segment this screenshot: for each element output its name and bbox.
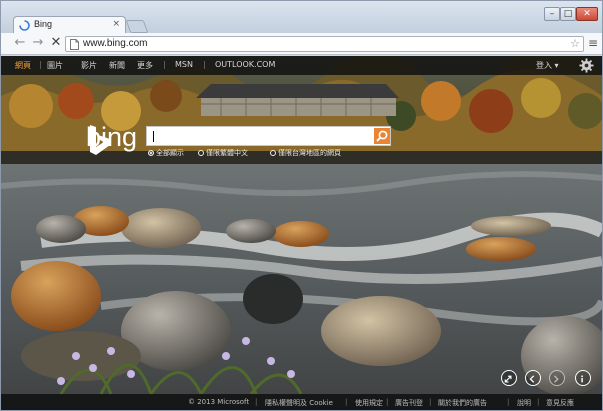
new-tab-button[interactable]: [125, 20, 149, 33]
signin-link[interactable]: 登入 ▾: [536, 60, 559, 71]
bing-nav-bar: 網頁 | 圖片 影片 新聞 更多 | MSN | OUTLOOK.COM 登入 …: [1, 56, 602, 75]
tab-title: Bing: [34, 19, 53, 29]
gear-icon[interactable]: [579, 58, 594, 73]
search-button[interactable]: [374, 128, 390, 144]
footer-separator: |: [255, 398, 258, 406]
nav-outlook[interactable]: OUTLOOK.COM: [215, 60, 275, 69]
minimize-button[interactable]: –: [544, 7, 560, 21]
scope-traditional-chinese-radio[interactable]: 僅限繁體中文: [198, 148, 248, 158]
loading-icon: [19, 20, 30, 31]
bing-footer: © 2013 Microsoft | 隱私權聲明及 Cookie | 使用規定 …: [1, 394, 602, 410]
nav-more[interactable]: 更多: [137, 60, 153, 71]
footer-separator: |: [507, 398, 510, 406]
forward-button[interactable]: →: [31, 36, 45, 50]
close-icon: ✕: [583, 9, 591, 19]
previous-image-button[interactable]: [525, 370, 541, 386]
browser-toolbar: ← → ✕ www.bing.com ☆ ≡: [1, 33, 602, 55]
back-button[interactable]: ←: [13, 36, 27, 50]
info-icon: [581, 375, 583, 383]
fullscreen-button[interactable]: [501, 370, 517, 386]
close-window-button[interactable]: ✕: [576, 7, 598, 21]
footer-separator: |: [386, 398, 389, 406]
chevron-left-icon: [529, 375, 535, 383]
copyright-text: © 2013 Microsoft: [188, 398, 250, 406]
stop-loading-button[interactable]: ✕: [49, 36, 63, 50]
chevron-right-icon: [554, 375, 559, 383]
minimize-icon: –: [549, 9, 555, 19]
nav-msn[interactable]: MSN: [175, 60, 193, 69]
footer-separator: |: [537, 398, 540, 406]
nav-separator: |: [203, 60, 206, 69]
address-bar[interactable]: www.bing.com ☆: [65, 36, 584, 52]
radio-icon: [148, 150, 154, 156]
nav-separator: |: [163, 60, 166, 69]
nav-separator: |: [39, 60, 42, 69]
next-image-button[interactable]: [549, 370, 565, 386]
nav-images[interactable]: 圖片: [47, 60, 63, 71]
nav-news[interactable]: 新聞: [109, 60, 125, 71]
radio-icon: [198, 150, 204, 156]
tab-bing[interactable]: Bing ×: [13, 16, 126, 34]
footer-link-privacy[interactable]: 隱私權聲明及 Cookie: [265, 398, 333, 408]
bookmark-star-icon[interactable]: ☆: [570, 37, 580, 50]
search-icon: [376, 130, 388, 142]
scope-label: 僅限繁體中文: [206, 149, 248, 157]
radio-icon: [270, 150, 276, 156]
scope-all-radio[interactable]: 全部顯示: [148, 148, 184, 158]
bing-logo-text: bing: [86, 122, 138, 152]
tab-strip: Bing × – □ ✕: [1, 1, 602, 34]
footer-link-feedback[interactable]: 意見反應: [546, 398, 574, 408]
scope-label: 全部顯示: [156, 149, 184, 157]
search-input[interactable]: [146, 126, 391, 146]
tab-close-icon[interactable]: ×: [112, 19, 120, 29]
footer-link-advertise[interactable]: 廣告刊登: [395, 398, 423, 408]
maximize-button[interactable]: □: [560, 7, 576, 21]
browser-menu-icon[interactable]: ≡: [588, 36, 598, 50]
url-text: www.bing.com: [83, 38, 148, 49]
browser-window: Bing × – □ ✕ ← → ✕ www.bing.com ☆ ≡ 網頁 |…: [0, 0, 603, 411]
scope-label: 僅限台灣地區的網頁: [278, 149, 341, 157]
background-photo: [1, 56, 602, 410]
bing-homepage: 網頁 | 圖片 影片 新聞 更多 | MSN | OUTLOOK.COM 登入 …: [1, 56, 602, 410]
footer-separator: |: [429, 398, 432, 406]
maximize-icon: □: [563, 9, 573, 19]
text-caret: [153, 131, 154, 142]
footer-separator: |: [345, 398, 348, 406]
expand-icon: [504, 375, 512, 383]
scope-taiwan-radio[interactable]: 僅限台灣地區的網頁: [270, 148, 341, 158]
footer-link-terms[interactable]: 使用規定: [355, 398, 383, 408]
footer-link-about-ads[interactable]: 關於我們的廣告: [438, 398, 487, 408]
page-icon: [70, 39, 79, 50]
footer-link-help[interactable]: 說明: [517, 398, 531, 408]
image-info-button[interactable]: [575, 370, 591, 386]
nav-videos[interactable]: 影片: [81, 60, 97, 71]
nav-web[interactable]: 網頁: [15, 60, 31, 71]
